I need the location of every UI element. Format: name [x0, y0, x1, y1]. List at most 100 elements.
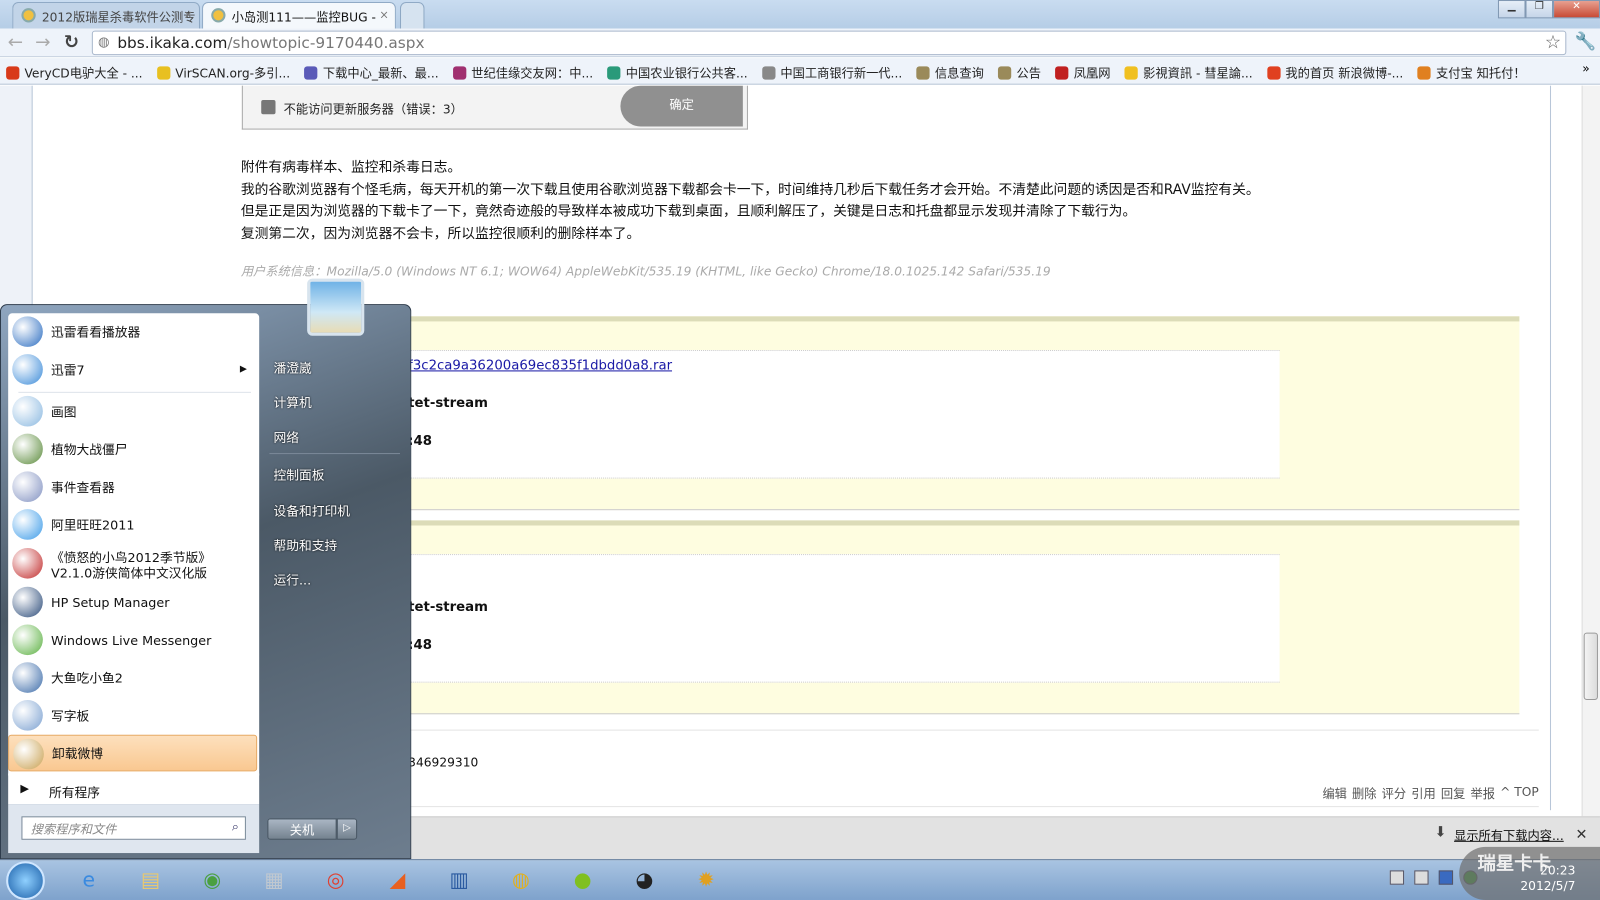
- scrollbar-thumb[interactable]: [1583, 632, 1598, 700]
- tray-security-icon[interactable]: [1438, 870, 1454, 885]
- start-program-item[interactable]: 迅雷看看播放器: [8, 313, 257, 350]
- wrench-icon[interactable]: 🔧: [1574, 32, 1596, 52]
- minimize-button[interactable]: ▁: [1497, 0, 1526, 19]
- show-all-downloads-link[interactable]: 显示所有下载内容...: [1454, 827, 1564, 844]
- bookmark-star-icon[interactable]: ☆: [1545, 32, 1561, 53]
- shutdown-options-button[interactable]: ▷: [336, 818, 358, 840]
- search-placeholder: 搜索程序和文件: [30, 822, 117, 837]
- more-bookmarks-icon[interactable]: »: [1582, 61, 1589, 75]
- start-program-item[interactable]: 《愤怒的小鸟2012季节版》 V2.1.0游侠简体中文汉化版: [8, 545, 257, 586]
- tab-title: 2012版瑞星杀毒软件公测专: [41, 10, 196, 25]
- attachment-link[interactable]: f3c2ca9a36200a69ec835f1dbdd0a8.rar: [408, 358, 672, 373]
- bookmark-favicon-icon: [1055, 66, 1069, 80]
- shutdown-button[interactable]: 关机: [267, 818, 337, 840]
- start-button[interactable]: [6, 861, 45, 900]
- all-programs-label: 所有程序: [48, 784, 101, 800]
- rising-antivirus-icon[interactable]: ◍: [504, 863, 539, 896]
- bookmark-item[interactable]: 支付宝 知托付！: [1417, 62, 1526, 83]
- close-shelf-button[interactable]: ✕: [1575, 827, 1587, 843]
- post-action-link[interactable]: 删除: [1352, 785, 1377, 802]
- start-program-item[interactable]: 迅雷7 ▶: [8, 351, 257, 388]
- search-icon[interactable]: ⌕: [232, 819, 239, 834]
- start-right-item[interactable]: 计算机: [273, 392, 311, 411]
- bookmark-label: 支付宝 知托付！: [1435, 66, 1526, 81]
- start-right-item[interactable]: 运行...: [273, 569, 311, 588]
- close-window-button[interactable]: ✕: [1553, 0, 1600, 19]
- forward-button[interactable]: →: [32, 32, 54, 53]
- attachment-time: :48: [408, 637, 432, 654]
- start-program-item[interactable]: 大鱼吃小鱼2: [8, 659, 257, 696]
- post-action-link[interactable]: 编辑: [1322, 785, 1347, 802]
- start-program-item[interactable]: 事件查看器: [8, 468, 257, 505]
- post-action-link[interactable]: 举报: [1470, 785, 1495, 802]
- bookmark-item[interactable]: 我的首页 新浪微博-...: [1266, 62, 1403, 83]
- post-action-link[interactable]: 引用: [1411, 785, 1436, 802]
- bookmark-item[interactable]: 公告: [998, 62, 1041, 83]
- start-right-item[interactable]: 设备和打印机: [273, 500, 350, 519]
- start-right-item[interactable]: 潘澄崴: [273, 357, 311, 376]
- tray-network-icon[interactable]: [1389, 870, 1405, 885]
- reload-button[interactable]: ↻: [60, 32, 82, 53]
- tab-active[interactable]: 小岛测111——监控BUG - ×: [202, 2, 396, 29]
- start-program-item[interactable]: 卸载微博: [8, 734, 258, 772]
- program-icon: [12, 395, 43, 427]
- start-right-item[interactable]: 帮助和支持: [273, 535, 337, 554]
- start-program-item[interactable]: HP Setup Manager: [8, 584, 257, 621]
- bookmark-label: 公告: [1016, 66, 1042, 81]
- program-label: 《愤怒的小鸟2012季节版》 V2.1.0游侠简体中文汉化版: [51, 550, 211, 581]
- start-program-item[interactable]: Windows Live Messenger: [8, 621, 257, 658]
- bookmark-label: 影視資訊 - 彗星論...: [1143, 66, 1253, 81]
- bookmark-item[interactable]: 影視資訊 - 彗星論...: [1124, 62, 1253, 83]
- program-label-line: 《愤怒的小鸟2012季节版》: [51, 549, 212, 566]
- post-action-link[interactable]: ^ TOP: [1500, 785, 1539, 802]
- start-program-item[interactable]: 植物大战僵尸: [8, 431, 257, 468]
- vertical-scrollbar[interactable]: [1581, 85, 1600, 817]
- address-bar[interactable]: ◍ bbs.ikaka.com/showtopic-9170440.aspx ☆: [91, 30, 1567, 56]
- post-action-link[interactable]: 评分: [1382, 785, 1407, 802]
- bookmark-favicon-icon: [304, 66, 318, 80]
- file-explorer-icon[interactable]: ▤: [133, 863, 168, 896]
- bookmark-label: 中国工商银行新一代...: [780, 66, 903, 81]
- tab-close-icon[interactable]: ×: [379, 8, 388, 21]
- taskbar-clock[interactable]: 20:23 2012/5/7: [1520, 863, 1575, 894]
- all-programs-button[interactable]: ▶ 所有程序: [8, 773, 260, 805]
- firewall-icon[interactable]: ▥: [442, 863, 477, 896]
- url-path: /showtopic-9170440.aspx: [227, 33, 425, 53]
- internet-explorer-icon[interactable]: e: [71, 863, 106, 896]
- restore-button[interactable]: ❐: [1525, 0, 1554, 19]
- bookmark-label: 凤凰网: [1073, 66, 1111, 81]
- calculator-icon[interactable]: ▦: [257, 863, 292, 896]
- new-tab-button[interactable]: [399, 2, 425, 29]
- bookmark-item[interactable]: 信息查询: [916, 62, 984, 83]
- tab-favicon-icon: [21, 8, 36, 23]
- start-right-item[interactable]: 控制面板: [273, 464, 324, 483]
- bookmark-item[interactable]: 下载中心_最新、最...: [304, 62, 439, 83]
- post-action-link[interactable]: 回复: [1441, 785, 1466, 802]
- app-green-icon[interactable]: ●: [565, 863, 600, 896]
- arrow-right-icon: ▶: [20, 781, 30, 795]
- chrome-icon[interactable]: ◎: [318, 863, 353, 896]
- app-orange-icon[interactable]: ◢: [380, 863, 415, 896]
- bookmark-item[interactable]: 世纪佳缘交友网：中...: [452, 62, 593, 83]
- bookmark-item[interactable]: VirSCAN.org-多引...: [156, 62, 290, 83]
- start-program-item[interactable]: 写字板: [8, 697, 257, 734]
- tab-close-icon[interactable]: ×: [183, 8, 192, 21]
- tab-rising-beta[interactable]: 2012版瑞星杀毒软件公测专 ×: [12, 2, 200, 29]
- tray-flag-icon[interactable]: [1414, 870, 1429, 885]
- lion-app-icon[interactable]: ✹: [689, 863, 724, 896]
- start-program-item[interactable]: 画图: [8, 393, 257, 430]
- start-search-input[interactable]: 搜索程序和文件 ⌕: [21, 816, 246, 840]
- back-button[interactable]: ←: [4, 32, 26, 53]
- program-icon: [12, 547, 43, 579]
- browser-toolbar: ← → ↻ ◍ bbs.ikaka.com/showtopic-9170440.…: [0, 28, 1600, 58]
- submenu-arrow-icon[interactable]: ▶: [240, 362, 247, 377]
- start-right-item[interactable]: 网络: [273, 427, 299, 446]
- start-program-item[interactable]: 阿里旺旺2011: [8, 506, 257, 543]
- bookmark-item[interactable]: 中国农业银行公共客...: [607, 62, 748, 83]
- qq-icon[interactable]: ◕: [627, 863, 662, 896]
- user-avatar[interactable]: [307, 278, 365, 336]
- bookmark-item[interactable]: VeryCD电驴大全 - ...: [6, 62, 143, 83]
- bookmark-item[interactable]: 凤凰网: [1055, 62, 1110, 83]
- bookmark-item[interactable]: 中国工商银行新一代...: [761, 62, 903, 83]
- network-app-icon[interactable]: ◉: [195, 863, 230, 896]
